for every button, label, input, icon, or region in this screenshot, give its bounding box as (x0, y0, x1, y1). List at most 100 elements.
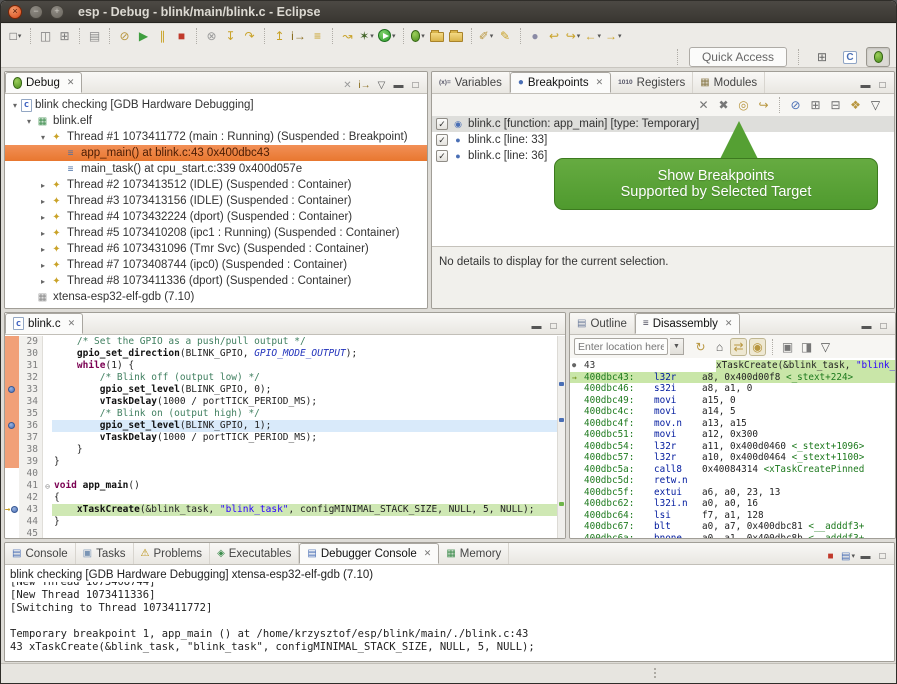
suspend-button[interactable]: ∥ (154, 27, 171, 45)
debug-tree-item[interactable]: ≡main_task() at cpu_start.c:339 0x400d05… (5, 161, 427, 177)
expand-toggle-icon[interactable]: ▾ (23, 117, 35, 126)
expand-toggle-icon[interactable]: ▸ (37, 245, 49, 254)
maximize-button[interactable]: □ (875, 548, 890, 564)
skip-all-breakpoints-button[interactable]: ⊘ (116, 27, 133, 45)
skip-all-breakpoints-button[interactable]: ⊘ (787, 96, 804, 114)
quick-access-button[interactable]: Quick Access (689, 47, 787, 67)
refresh-view-button[interactable]: ↻ (692, 338, 709, 356)
resume-button[interactable]: ▶ (135, 27, 152, 45)
annotation-ruler-cell[interactable] (5, 360, 19, 372)
debug-tree-item[interactable]: ▸✦Thread #7 1073408744 (ipc0) (Suspended… (5, 257, 427, 273)
annotation-ruler-cell[interactable] (5, 408, 19, 420)
editor-tab-blink-c[interactable]: cblink.c✕ (5, 313, 83, 334)
location-input[interactable] (574, 338, 668, 355)
annotation-ruler-cell[interactable] (5, 444, 19, 456)
step-over-button[interactable]: ↷ (241, 27, 258, 45)
debug-tree-item[interactable]: ▸✦Thread #2 1073413512 (IDLE) (Suspended… (5, 177, 427, 193)
view-menu-button[interactable]: ▽ (817, 338, 834, 356)
annotation-ruler-cell[interactable]: → (5, 504, 19, 516)
breakpoint-checkbox[interactable]: ✓ (436, 134, 448, 146)
console-body[interactable]: blink checking [GDB Hardware Debugging] … (5, 566, 894, 661)
remove-selected-breakpoints-button[interactable]: ✕ (695, 96, 712, 114)
expand-toggle-icon[interactable]: ▸ (37, 229, 49, 238)
toggle-mark-occurrences-button[interactable]: ✎ (497, 27, 514, 45)
minimize-button[interactable]: ▬ (391, 77, 406, 93)
bp-tab-modules[interactable]: ▦Modules (693, 72, 765, 93)
maximize-button[interactable]: □ (408, 77, 423, 93)
close-tab-icon[interactable]: ✕ (68, 318, 76, 329)
group-by-button[interactable]: ❖ (847, 96, 864, 114)
annotation-ruler-cell[interactable] (5, 384, 19, 396)
ruler-mark-exec-line[interactable] (559, 502, 564, 506)
annotation-ruler-cell[interactable] (5, 516, 19, 528)
close-tab-icon[interactable]: ✕ (67, 77, 75, 88)
last-edit-location-button[interactable]: ↩ (546, 27, 563, 45)
instruction-stepping-button[interactable]: i→ (290, 27, 307, 45)
import-project-button[interactable] (448, 27, 465, 45)
sync-with-stack-frame-button[interactable]: ⇄ (730, 338, 747, 356)
view-menu-button[interactable]: ▽ (374, 77, 389, 93)
window-minimize-button[interactable]: − (29, 5, 43, 19)
collapse-all-button[interactable]: ⊟ (827, 96, 844, 114)
open-folder-button[interactable] (429, 27, 446, 45)
expand-toggle-icon[interactable]: ▾ (9, 101, 21, 110)
console-tab-executables[interactable]: ◈Executables (210, 543, 299, 564)
view-menu-button[interactable]: ▽ (867, 96, 884, 114)
console-tab-problems[interactable]: ⚠Problems (134, 543, 211, 564)
debug-tab-debug[interactable]: Debug✕ (5, 72, 82, 93)
disasm-tab-outline[interactable]: ▤Outline (570, 313, 635, 334)
annotation-ruler-cell[interactable] (5, 432, 19, 444)
expand-toggle-icon[interactable]: ▸ (37, 213, 49, 222)
breakpoint-item[interactable]: ✓●blink.c [line: 33] (432, 132, 894, 148)
run-button[interactable]: ▾ (377, 27, 397, 45)
maximize-button[interactable]: □ (546, 318, 561, 334)
annotation-ruler-cell[interactable] (5, 348, 19, 360)
annotation-ruler-cell[interactable] (5, 372, 19, 384)
expand-toggle-icon[interactable]: ▸ (37, 197, 49, 206)
debug-tree-item[interactable]: ▸✦Thread #6 1073431096 (Tmr Svc) (Suspen… (5, 241, 427, 257)
expand-toggle-icon[interactable]: ▸ (37, 277, 49, 286)
minimize-button[interactable]: ▬ (858, 77, 873, 93)
show-breakpoints-supported-button[interactable]: ◎ (735, 96, 752, 114)
debug-tree-item[interactable]: ≡app_main() at blink.c:43 0x400dbc43 (5, 145, 427, 161)
close-tab-icon[interactable]: ✕ (596, 77, 604, 88)
debug-perspective-button[interactable] (866, 47, 890, 67)
remove-all-breakpoints-button[interactable]: ✖ (715, 96, 732, 114)
annotation-ruler-cell[interactable] (5, 492, 19, 504)
forward-button[interactable]: →▾ (604, 27, 623, 45)
console-tab-tasks[interactable]: ▣Tasks (76, 543, 134, 564)
window-maximize-button[interactable]: + (50, 5, 64, 19)
expand-toggle-icon[interactable]: ▾ (37, 133, 49, 142)
ruler-mark-breakpoint[interactable] (559, 382, 564, 386)
code-editor[interactable]: 29 /* Set the GPIO as a push/pull output… (5, 336, 565, 538)
annotation-ruler-cell[interactable] (5, 336, 19, 348)
expand-all-button[interactable]: ⊞ (807, 96, 824, 114)
profile-button[interactable]: ● (527, 27, 544, 45)
console-tab-debugger-console[interactable]: ▤Debugger Console✕ (299, 543, 439, 564)
new-launch-config-button[interactable]: ✐▾ (478, 27, 495, 45)
terminate-button[interactable]: ■ (173, 27, 190, 45)
instruction-stepping-mode-button[interactable]: i→ (357, 77, 372, 93)
go-to-last-edit-button[interactable]: ↪▾ (565, 27, 582, 45)
minimize-button[interactable]: ▬ (859, 318, 874, 334)
external-tools-button[interactable]: ✶▾ (358, 27, 375, 45)
expand-toggle-icon[interactable]: ▸ (37, 181, 49, 190)
home-button[interactable]: ⌂ (711, 338, 728, 356)
breakpoint-checkbox[interactable]: ✓ (436, 118, 448, 130)
debug-tree-item[interactable]: ▸✦Thread #8 1073411336 (dport) (Suspende… (5, 273, 427, 289)
new-wizard-button[interactable]: □▾ (7, 27, 24, 45)
annotation-ruler-cell[interactable] (5, 396, 19, 408)
bp-tab-variables[interactable]: (x)=Variables (432, 72, 510, 93)
cpp-perspective-button[interactable]: C (838, 47, 862, 67)
fold-marker-icon[interactable]: ⊖ (43, 482, 52, 491)
step-return-button[interactable]: ↥ (271, 27, 288, 45)
drop-to-frame-button[interactable]: ≡ (309, 27, 326, 45)
console-tab-memory[interactable]: ▦Memory (439, 543, 509, 564)
debug-tree-item[interactable]: ▸✦Thread #5 1073410208 (ipc1 : Running) … (5, 225, 427, 241)
disassembly-listing[interactable]: ●43xTaskCreate(&blink_task, "blink_tas→4… (570, 360, 895, 538)
debug-tree-item[interactable]: ▾✦Thread #1 1073411772 (main : Running) … (5, 129, 427, 145)
annotation-ruler-cell[interactable] (5, 420, 19, 432)
overview-ruler[interactable] (557, 336, 565, 538)
breakpoint-item[interactable]: ✓◉blink.c [function: app_main] [type: Te… (432, 116, 894, 132)
breakpoint-marker-icon[interactable] (8, 386, 15, 393)
